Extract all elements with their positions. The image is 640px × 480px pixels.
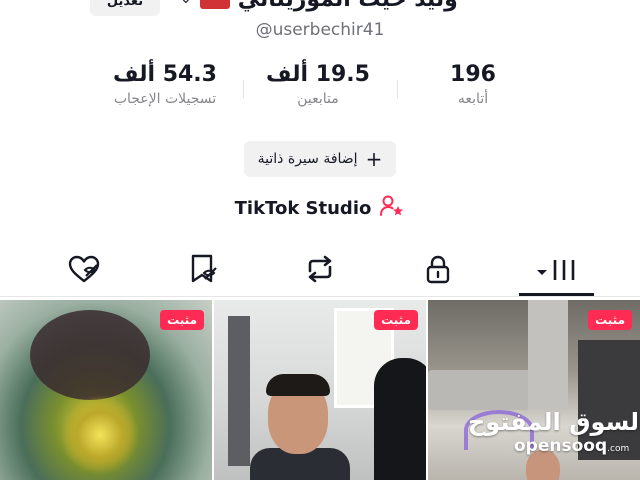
- thumbnail-shape: [374, 358, 426, 480]
- likes-stat[interactable]: 54.3 ألف تسجيلات الإعجاب: [90, 62, 240, 107]
- likes-count: 54.3 ألف: [113, 62, 217, 87]
- following-stat[interactable]: 196 أتابعه: [398, 62, 548, 107]
- pinned-badge: مثبت: [374, 310, 418, 330]
- watermark-latin-text: opensooq: [514, 436, 608, 456]
- person-star-icon: [379, 194, 405, 222]
- repost-icon: [303, 254, 337, 284]
- thumbnail-shape: [228, 316, 250, 466]
- following-count: 196: [450, 62, 496, 87]
- heart-icon: [67, 254, 101, 284]
- pinned-badge: مثبت: [160, 310, 204, 330]
- likes-label: تسجيلات الإعجاب: [113, 91, 217, 107]
- video-thumbnail[interactable]: مثبت: [0, 300, 212, 480]
- followers-label: متابعين: [297, 91, 339, 107]
- following-label: أتابعه: [457, 91, 489, 107]
- followers-count: 19.5 ألف: [266, 62, 370, 87]
- pinned-badge: مثبت: [588, 310, 632, 330]
- add-bio-button[interactable]: + إضافة سيرة ذاتية: [244, 141, 396, 177]
- add-bio-label: إضافة سيرة ذاتية: [257, 151, 358, 167]
- profile-tabs: [0, 246, 640, 296]
- tab-reposts[interactable]: [288, 246, 352, 292]
- lock-icon: [423, 253, 453, 285]
- display-name-row[interactable]: وليد حيث الموريتاني ⌄: [180, 0, 470, 14]
- tab-videos[interactable]: [524, 246, 588, 292]
- thumbnail-shape: [266, 374, 330, 396]
- tab-liked[interactable]: [52, 246, 116, 292]
- watermark-latin: opensooq.com: [514, 436, 629, 456]
- thumbnail-shape: [528, 300, 568, 410]
- video-grid: مثبت مثبت مثبت السوق المفتوح opensooq.co…: [0, 300, 640, 480]
- thumbnail-shape: [30, 310, 150, 400]
- tabs-divider: [0, 296, 640, 297]
- username: @userbechir41: [255, 20, 385, 40]
- tab-favorites[interactable]: [172, 246, 236, 292]
- video-thumbnail[interactable]: مثبت السوق المفتوح opensooq.com: [428, 300, 640, 480]
- flag-icon: [199, 0, 230, 9]
- chevron-down-icon: ⌄: [180, 0, 192, 7]
- grid-icon: [531, 253, 581, 285]
- video-thumbnail[interactable]: مثبت: [214, 300, 426, 480]
- edit-profile-button[interactable]: تعديل: [90, 0, 160, 16]
- thumbnail-shape: [60, 395, 140, 475]
- display-name: وليد حيث الموريتاني: [238, 0, 458, 12]
- tab-private[interactable]: [406, 246, 470, 292]
- watermark-suffix: .com: [607, 444, 630, 454]
- edit-profile-label: تعديل: [106, 0, 144, 9]
- tiktok-studio-link[interactable]: TikTok Studio: [0, 194, 640, 222]
- tiktok-studio-label: TikTok Studio: [234, 197, 372, 219]
- plus-icon: +: [365, 147, 383, 171]
- watermark-arabic: السوق المفتوح: [468, 408, 640, 436]
- bookmark-icon: [187, 253, 221, 285]
- followers-stat[interactable]: 19.5 ألف متابعين: [243, 62, 393, 107]
